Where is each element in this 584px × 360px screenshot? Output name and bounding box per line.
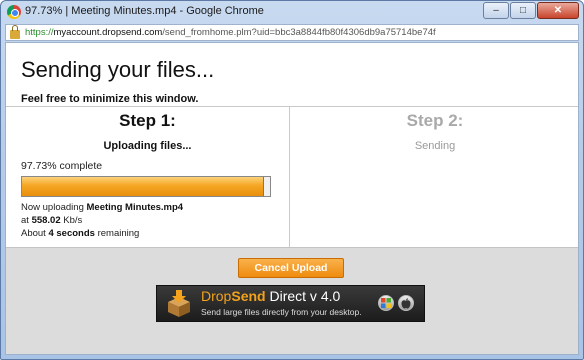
os-icons bbox=[378, 295, 414, 311]
page-content: Sending your files... Feel free to minim… bbox=[5, 42, 579, 355]
browser-window: 97.73% | Meeting Minutes.mp4 - Google Ch… bbox=[0, 0, 584, 360]
url-text[interactable]: https://myaccount.dropsend.com/send_from… bbox=[25, 27, 436, 38]
step2-subtitle: Sending bbox=[414, 140, 456, 152]
progress-bar bbox=[21, 176, 271, 197]
upload-info: Now uploading Meeting Minutes.mp4 at 558… bbox=[21, 201, 183, 240]
brand-version: Direct v 4.0 bbox=[265, 288, 341, 304]
now-uploading-line: Now uploading Meeting Minutes.mp4 bbox=[21, 201, 183, 214]
windows-icon bbox=[378, 295, 394, 311]
window-title: 97.73% | Meeting Minutes.mp4 - Google Ch… bbox=[25, 5, 264, 17]
lock-icon bbox=[10, 24, 20, 39]
brand-send: Send bbox=[231, 288, 266, 304]
cancel-upload-button[interactable]: Cancel Upload bbox=[238, 258, 344, 278]
footer: Cancel Upload DropSend Direct v 4.0 Send… bbox=[6, 247, 578, 354]
minimize-note: Feel free to minimize this window. bbox=[21, 93, 199, 105]
url-host: myaccount.dropsend.com bbox=[53, 27, 163, 38]
url-path: /send_fromhome.plm?uid=bbc3a8844fb80f430… bbox=[162, 27, 436, 38]
progress-percent: 97.73% complete bbox=[21, 160, 103, 172]
now-uploading-prefix: Now uploading bbox=[21, 202, 87, 213]
chrome-icon bbox=[7, 5, 21, 19]
url-scheme: https:// bbox=[25, 27, 54, 38]
dropsend-banner[interactable]: DropSend Direct v 4.0 Send large files d… bbox=[156, 285, 425, 322]
minimize-button[interactable]: – bbox=[483, 2, 509, 19]
remaining-suffix: remaining bbox=[94, 228, 140, 239]
banner-brand: DropSend Direct v 4.0 bbox=[201, 288, 340, 304]
page-title: Sending your files... bbox=[21, 57, 215, 82]
step1-title: Step 1: bbox=[119, 111, 176, 130]
remaining-line: About 4 seconds remaining bbox=[21, 227, 183, 240]
file-name: Meeting Minutes.mp4 bbox=[86, 202, 184, 213]
speed-line: at 558.02 Kb/s bbox=[21, 214, 183, 227]
remaining-prefix: About bbox=[21, 228, 49, 239]
close-button[interactable]: ✕ bbox=[537, 2, 579, 19]
banner-tagline: Send large files directly from your desk… bbox=[201, 307, 362, 317]
speed-prefix: at bbox=[21, 215, 32, 226]
address-bar[interactable]: https://myaccount.dropsend.com/send_from… bbox=[5, 24, 579, 41]
brand-drop: Drop bbox=[201, 288, 232, 304]
box-download-icon bbox=[168, 290, 190, 317]
window-controls: – □ ✕ bbox=[483, 2, 579, 19]
step1-subtitle: Uploading files... bbox=[103, 140, 192, 152]
upload-speed: 558.02 bbox=[31, 215, 61, 226]
title-bar[interactable]: 97.73% | Meeting Minutes.mp4 - Google Ch… bbox=[1, 1, 583, 23]
maximize-button[interactable]: □ bbox=[510, 2, 536, 19]
step2-title: Step 2: bbox=[406, 111, 464, 130]
remaining-time: 4 seconds bbox=[48, 228, 95, 239]
apple-icon bbox=[398, 295, 414, 311]
progress-fill bbox=[22, 177, 265, 196]
speed-unit: Kb/s bbox=[60, 215, 83, 226]
header-divider bbox=[6, 106, 578, 107]
